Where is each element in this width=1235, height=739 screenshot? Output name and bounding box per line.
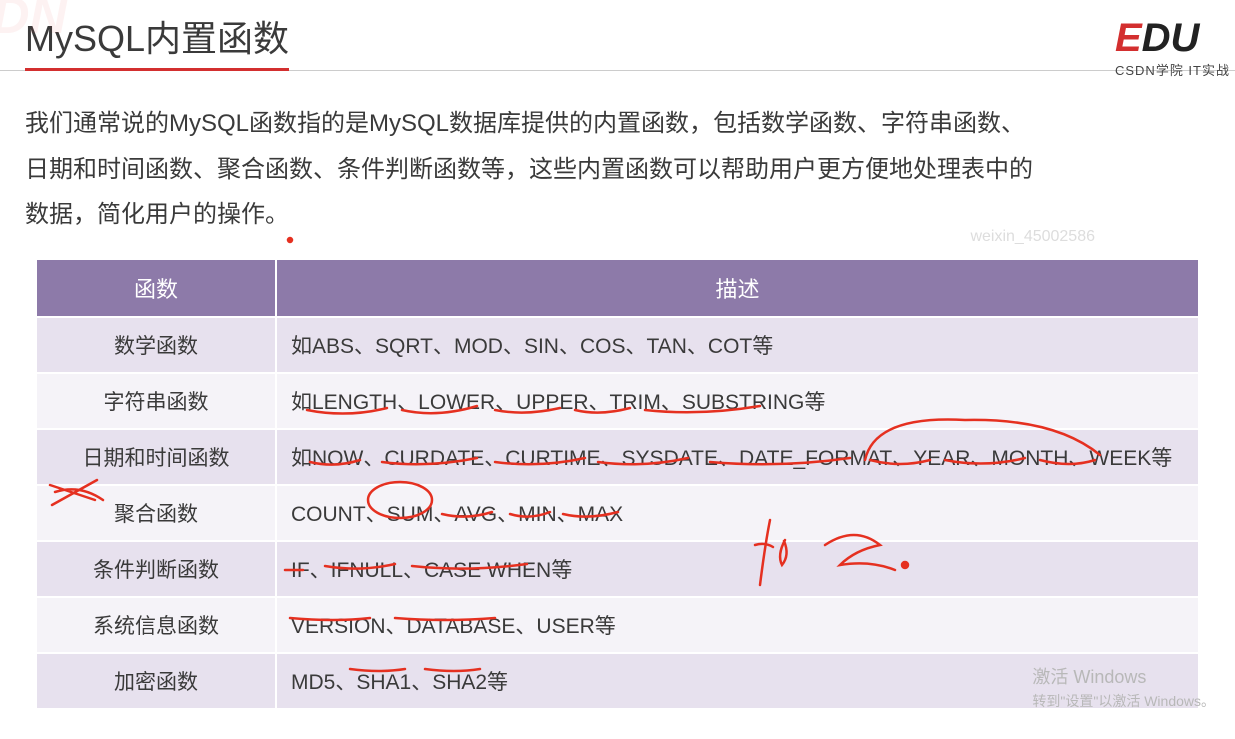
table-header-desc: 描述 bbox=[276, 259, 1199, 317]
cell-fn: 字符串函数 bbox=[36, 373, 276, 429]
table-row: 加密函数MD5、SHA1、SHA2等 bbox=[36, 653, 1199, 709]
cell-fn: 日期和时间函数 bbox=[36, 429, 276, 485]
cell-fn: 加密函数 bbox=[36, 653, 276, 709]
cell-desc: 如NOW、CURDATE、CURTIME、SYSDATE、DATE_FORMAT… bbox=[276, 429, 1199, 485]
cell-fn: 聚合函数 bbox=[36, 485, 276, 541]
activate-windows-sub: 转到"设置"以激活 Windows。 bbox=[1032, 691, 1215, 711]
cell-fn: 条件判断函数 bbox=[36, 541, 276, 597]
intro-paragraph: 我们通常说的MySQL函数指的是MySQL数据库提供的内置函数，包括数学函数、字… bbox=[0, 71, 1070, 248]
function-table-wrap: 函数 描述 数学函数如ABS、SQRT、MOD、SIN、COS、TAN、COT等… bbox=[0, 248, 1235, 710]
function-table: 函数 描述 数学函数如ABS、SQRT、MOD、SIN、COS、TAN、COT等… bbox=[35, 258, 1200, 710]
user-watermark: weixin_45002586 bbox=[970, 228, 1095, 246]
table-row: 日期和时间函数如NOW、CURDATE、CURTIME、SYSDATE、DATE… bbox=[36, 429, 1199, 485]
background-watermark: DN bbox=[0, 0, 67, 46]
activate-windows-title: 激活 Windows bbox=[1032, 663, 1215, 689]
table-row: 系统信息函数VERSION、DATABASE、USER等 bbox=[36, 597, 1199, 653]
table-row: 条件判断函数IF、IFNULL、CASE WHEN等 bbox=[36, 541, 1199, 597]
header: MySQL内置函数 bbox=[0, 0, 1235, 71]
cell-desc: 如LENGTH、LOWER、UPPER、TRIM、SUBSTRING等 bbox=[276, 373, 1199, 429]
logo-text-du: DU bbox=[1142, 16, 1200, 60]
cell-desc: VERSION、DATABASE、USER等 bbox=[276, 597, 1199, 653]
cell-fn: 系统信息函数 bbox=[36, 597, 276, 653]
activate-windows-watermark: 激活 Windows 转到"设置"以激活 Windows。 bbox=[1032, 663, 1215, 711]
table-row: 数学函数如ABS、SQRT、MOD、SIN、COS、TAN、COT等 bbox=[36, 317, 1199, 373]
logo-text-e: E bbox=[1115, 16, 1142, 60]
table-header-fn: 函数 bbox=[36, 259, 276, 317]
cell-desc: IF、IFNULL、CASE WHEN等 bbox=[276, 541, 1199, 597]
cell-fn: 数学函数 bbox=[36, 317, 276, 373]
edu-logo: EDU CSDN学院 IT实战 bbox=[1115, 18, 1230, 79]
cell-desc: 如ABS、SQRT、MOD、SIN、COS、TAN、COT等 bbox=[276, 317, 1199, 373]
table-row: 聚合函数COUNT、SUM、AVG、MIN、MAX bbox=[36, 485, 1199, 541]
cell-desc: COUNT、SUM、AVG、MIN、MAX bbox=[276, 485, 1199, 541]
logo-subtitle: CSDN学院 IT实战 bbox=[1115, 60, 1230, 79]
table-row: 字符串函数如LENGTH、LOWER、UPPER、TRIM、SUBSTRING等 bbox=[36, 373, 1199, 429]
